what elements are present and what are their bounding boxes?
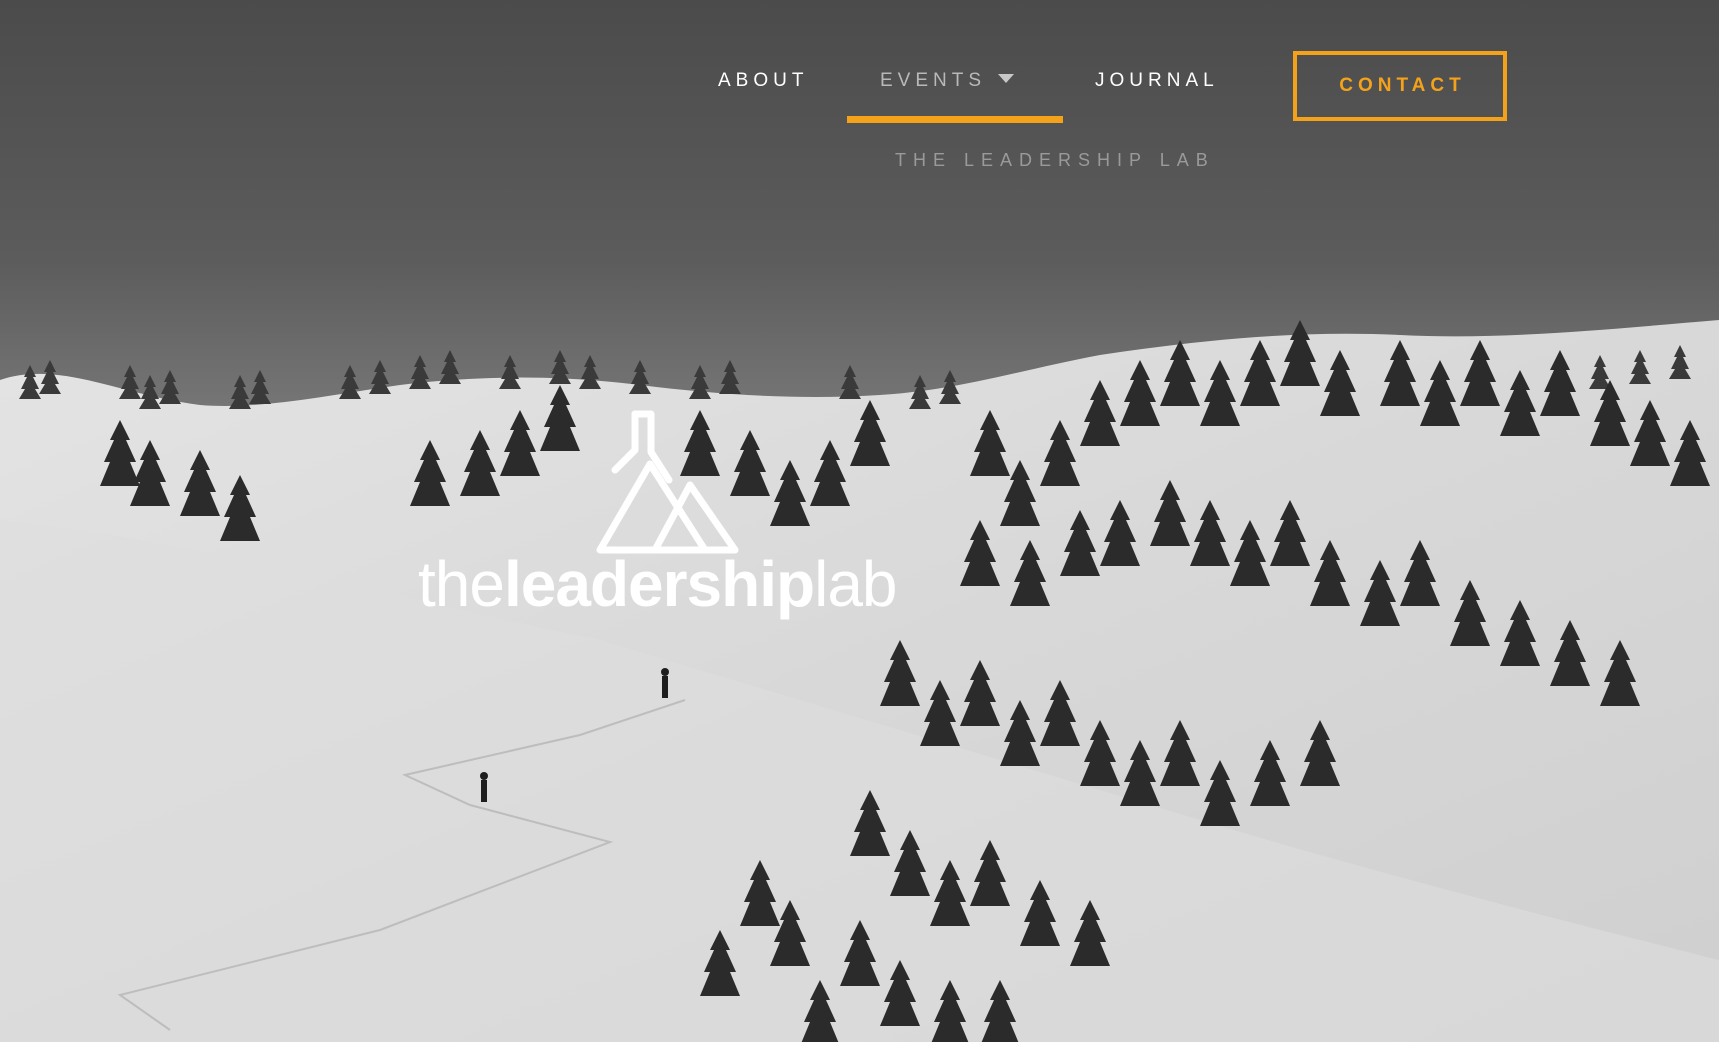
logo-wordmark-lab: lab (814, 548, 897, 620)
logo-wordmark-the: the (418, 548, 505, 620)
logo-wordmark-leadership: leadership (503, 548, 815, 620)
nav-item-events-label: EVENTS (880, 70, 987, 91)
contact-button-label: CONTACT (1339, 75, 1466, 96)
nav-item-journal[interactable]: JOURNAL (1095, 70, 1219, 92)
contact-button[interactable]: CONTACT (1293, 51, 1507, 121)
caret-down-icon (998, 74, 1015, 84)
hero-section: ABOUT EVENTS JOURNAL CONTACT THE LEADERS… (0, 0, 1719, 1042)
main-navigation: ABOUT EVENTS JOURNAL CONTACT THE LEADERS… (0, 0, 1719, 180)
active-nav-underline (847, 116, 1063, 123)
site-logo[interactable]: theleadershiplab (418, 410, 918, 640)
logo-wordmark: theleadershiplab (418, 552, 898, 616)
events-submenu-item-leadership-lab[interactable]: THE LEADERSHIP LAB (895, 150, 1215, 171)
flask-mountain-icon (596, 410, 739, 554)
nav-item-about[interactable]: ABOUT (718, 70, 808, 92)
nav-item-events[interactable]: EVENTS (880, 70, 1015, 92)
